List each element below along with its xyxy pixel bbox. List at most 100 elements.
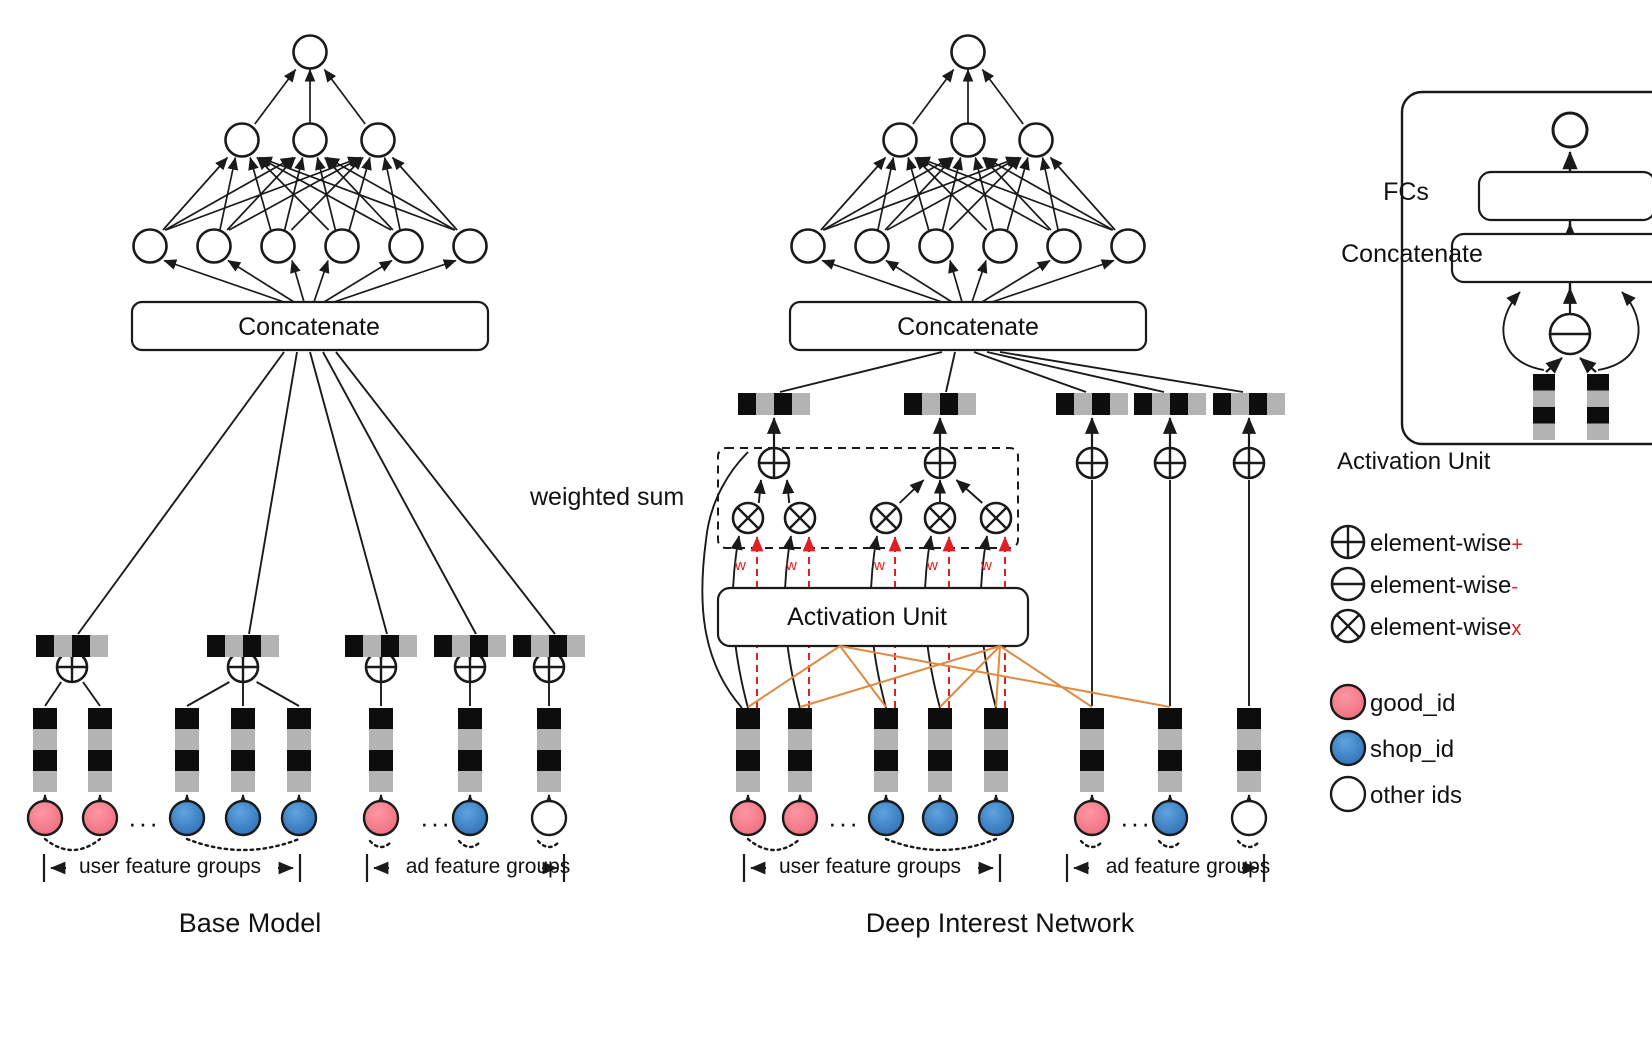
base-user-group-0-pooled-bar-seg0 bbox=[36, 635, 54, 657]
base-emb-6-seg1 bbox=[458, 729, 482, 750]
base-ad-group-0-pooled-bar-seg2 bbox=[381, 635, 399, 657]
din-ad-group-1-pooled-bar-seg1 bbox=[1152, 393, 1170, 415]
din-emb-7-seg0 bbox=[1237, 708, 1261, 729]
legend-op-0-text: element-wise bbox=[1370, 530, 1512, 557]
din-user-arc-1 bbox=[884, 837, 998, 852]
base-emb-1-seg0 bbox=[88, 708, 112, 729]
din-concat-to-h1-0 bbox=[821, 259, 943, 303]
base-ad-arc-1 bbox=[457, 839, 483, 849]
din-user-group-1-pooled-bar-seg0 bbox=[904, 393, 922, 415]
din-h1-0-h2-1 bbox=[822, 156, 952, 231]
base-user-group-0-pooled-bar-seg1 bbox=[54, 635, 72, 657]
din-emb-6-seg1 bbox=[1158, 729, 1182, 750]
din-user-group-0-pooled-bar-seg2 bbox=[774, 393, 792, 415]
base-h1-5-h2-1 bbox=[326, 156, 456, 231]
din-id-circle-6 bbox=[1151, 799, 1189, 837]
base-user-group-1-in-2 bbox=[256, 681, 300, 707]
base-mlp-l1-node-2 bbox=[260, 228, 296, 264]
din-ad-group-2-pooled-bar-seg2 bbox=[1249, 393, 1267, 415]
base-ad-group-2-pooled-bar-seg0 bbox=[513, 635, 531, 657]
din-ad-feature-groups-label: ad feature groups bbox=[1105, 855, 1271, 878]
din-emb-2-seg2 bbox=[874, 750, 898, 771]
din-ad-group-1-pooled-bar-seg2 bbox=[1170, 393, 1188, 415]
base-user-group-1-pooled-bar-seg3 bbox=[261, 635, 279, 657]
base-output-node bbox=[292, 34, 328, 70]
base-h1-4-h2-0 bbox=[258, 156, 392, 231]
base-concat-to-h1-4 bbox=[323, 259, 393, 303]
base-h1-1-h2-2 bbox=[228, 156, 362, 231]
au-panel-caption: Activation Unit bbox=[1337, 448, 1491, 475]
din-h1-5-h2-1 bbox=[984, 156, 1114, 231]
legend-op-2-sym: x bbox=[1511, 618, 1522, 640]
din-user-group-1-mul-to-sum-2 bbox=[955, 479, 983, 504]
legend-id-0-label: good_id bbox=[1370, 690, 1456, 717]
au-vector-right-seg2 bbox=[1587, 407, 1609, 424]
din-emb-7-seg2 bbox=[1237, 750, 1261, 771]
din-ad-group-0-pooled-bar-seg0 bbox=[1056, 393, 1074, 415]
au-vector-right-seg0 bbox=[1587, 374, 1609, 391]
din-emb-7-seg1 bbox=[1237, 729, 1261, 750]
base-id-circle-3 bbox=[224, 799, 262, 837]
au-concatenate-label: Concatenate bbox=[1341, 240, 1483, 268]
base-mlp-l1-node-3 bbox=[324, 228, 360, 264]
weight-label-3: w bbox=[874, 557, 885, 574]
base-ad-group-2-pooled-bar-seg2 bbox=[549, 635, 567, 657]
din-title: Deep Interest Network bbox=[865, 908, 1135, 938]
din-user-group-1-pooled-bar-seg1 bbox=[922, 393, 940, 415]
din-ad-group-2-pooled-bar-seg0 bbox=[1213, 393, 1231, 415]
din-concat-to-h1-5 bbox=[991, 259, 1115, 303]
base-ad-group-1-pooled-bar-seg0 bbox=[434, 635, 452, 657]
base-emb-7-seg3 bbox=[537, 771, 561, 792]
base-id-circle-0 bbox=[26, 799, 64, 837]
base-concat-to-h1-3 bbox=[313, 259, 330, 303]
din-user-arc-0 bbox=[746, 837, 802, 852]
legend-op-1-text: element-wise bbox=[1370, 572, 1512, 599]
din-attn-line-R2 bbox=[995, 645, 1001, 708]
base-mlp-l2-node-1 bbox=[292, 122, 328, 158]
legend-id-1-label: shop_id bbox=[1370, 736, 1455, 763]
din-concat-to-h1-4 bbox=[981, 259, 1051, 303]
base-user-ellipsis: ··· bbox=[128, 808, 160, 838]
din-id-circle-4 bbox=[977, 799, 1015, 837]
din-emb-4-seg2 bbox=[984, 750, 1008, 771]
din-attn-line-L0 bbox=[747, 645, 841, 708]
base-emb-4-seg0 bbox=[287, 708, 311, 729]
legend-pink-circle-icon bbox=[1329, 683, 1367, 721]
base-user-group-1-pooled-bar-seg0 bbox=[207, 635, 225, 657]
base-user-arc-0 bbox=[43, 837, 102, 852]
base-emb-0-seg2 bbox=[33, 750, 57, 771]
din-mlp-l2-node-2 bbox=[1018, 122, 1054, 158]
din-concat-to-h1-1 bbox=[885, 259, 953, 303]
base-user-arc-1 bbox=[185, 837, 301, 852]
base-ad-group-0-pooled-bar-seg1 bbox=[363, 635, 381, 657]
base-emb-4-seg3 bbox=[287, 771, 311, 792]
architecture-svg bbox=[26, 34, 1652, 882]
din-emb-5-seg3 bbox=[1080, 771, 1104, 792]
base-emb-6-seg2 bbox=[458, 750, 482, 771]
base-user-group-1-pooled-bar-seg1 bbox=[225, 635, 243, 657]
base-h1-0-h2-1 bbox=[164, 156, 294, 231]
base-id-circle-7 bbox=[530, 799, 568, 837]
din-emb-1-seg2 bbox=[788, 750, 812, 771]
din-h1-4-h2-0 bbox=[916, 156, 1050, 231]
base-user-group-0-pooled-bar-seg3 bbox=[90, 635, 108, 657]
weight-label-2: w bbox=[786, 557, 797, 574]
legend-op-1-sym: - bbox=[1511, 576, 1519, 598]
base-concat-to-h1-2 bbox=[290, 259, 305, 303]
din-emb-6-seg0 bbox=[1158, 708, 1182, 729]
din-activation-unit-label: Activation Unit bbox=[787, 603, 947, 631]
base-concat-to-h1-1 bbox=[227, 259, 295, 303]
base-ad-ellipsis: ··· bbox=[420, 808, 452, 838]
weighted-sum-label: weighted sum bbox=[530, 483, 685, 511]
base-emb-5-seg3 bbox=[369, 771, 393, 792]
din-mlp-l1-node-3 bbox=[982, 228, 1018, 264]
din-id-circle-0 bbox=[729, 799, 767, 837]
base-ad-group-1-pooled-bar-seg1 bbox=[452, 635, 470, 657]
base-emb-1-seg3 bbox=[88, 771, 112, 792]
base-ad-arc-0 bbox=[368, 839, 394, 849]
legend-blue-circle-icon bbox=[1329, 729, 1367, 767]
base-emb-7-seg1 bbox=[537, 729, 561, 750]
au-vector-left-seg1 bbox=[1533, 390, 1555, 407]
base-ad-feature-groups-label: ad feature groups bbox=[405, 855, 571, 878]
din-id-circle-1 bbox=[781, 799, 819, 837]
